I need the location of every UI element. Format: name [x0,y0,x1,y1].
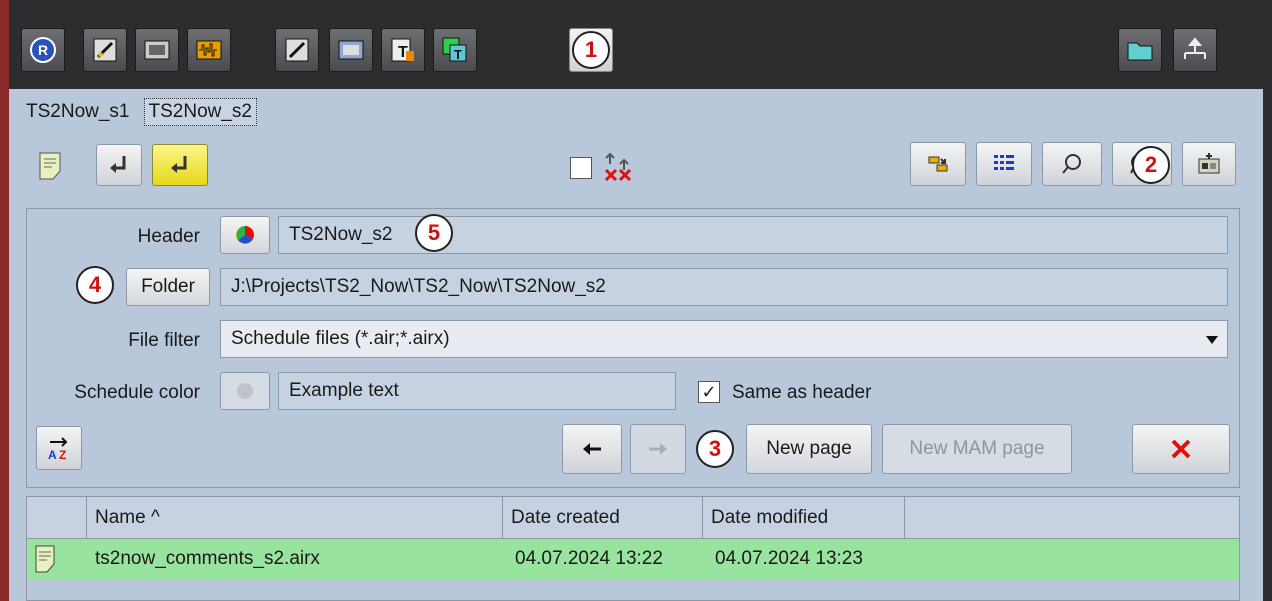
column-header-date-modified[interactable]: Date modified [703,497,905,539]
file-note-icon [33,539,59,579]
same-as-header-label: Same as header [732,382,872,403]
edit-icon[interactable] [83,28,127,72]
text-template-icon[interactable]: T [381,28,425,72]
callout-badge-5: 5 [415,214,453,252]
column-header-name[interactable]: Name ^ [87,497,503,539]
svg-text:T: T [454,47,462,62]
svg-text:R: R [38,42,48,58]
export-button[interactable] [1182,142,1236,186]
same-as-header-checkbox[interactable]: ✓ [698,381,720,403]
tab-ts2now-s2[interactable]: TS2Now_s2 [143,98,257,126]
schedule-color-button[interactable] [220,372,270,410]
svg-text:Z: Z [59,448,66,461]
chevron-down-icon[interactable] [1197,321,1227,357]
table-row[interactable]: ts2now_comments_s2.airx 04.07.2024 13:22… [27,539,1239,579]
header-label: Header [137,226,200,247]
sort-az-button[interactable]: AZ [36,426,82,470]
text-layers-icon[interactable]: T [433,28,477,72]
file-filter-select[interactable]: Schedule files (*.air;*.airx) [220,320,1228,358]
table-header: Name ^ Date created Date modified [27,497,1239,539]
unlink-icon[interactable] [600,150,636,190]
callout-badge-1: 1 [572,31,610,69]
file-name-cell: ts2now_comments_s2.airx [95,548,320,569]
schedule-color-preview: Example text [278,372,676,410]
return-left-active-button[interactable] [152,144,208,186]
main-toolbar: R T T [9,0,1263,89]
film-icon[interactable] [135,28,179,72]
sync-button[interactable] [910,142,966,186]
table-header-icon-col [27,497,87,539]
new-mam-page-button[interactable]: New MAM page [882,424,1072,474]
header-color-button[interactable] [220,216,270,254]
folder-button[interactable]: Folder [126,268,210,306]
delete-button[interactable] [1132,424,1230,474]
schedule-color-label: Schedule color [74,382,200,403]
audio-waveform-icon[interactable] [187,28,231,72]
svg-text:A: A [48,448,57,461]
column-header-date-created[interactable]: Date created [503,497,703,539]
back-arrow-button[interactable] [562,424,622,474]
forward-arrow-button[interactable] [630,424,686,474]
tab-ts2now-s1[interactable]: TS2Now_s1 [22,99,134,125]
file-filter-value: Schedule files (*.air;*.airx) [231,328,450,349]
link-toggle-checkbox[interactable] [570,157,592,179]
note-icon [36,150,66,188]
folder-path-field[interactable]: J:\Projects\TS2_Now\TS2_Now\TS2Now_s2 [220,268,1228,306]
new-page-button[interactable]: New page [746,424,872,474]
callout-badge-2: 2 [1132,146,1170,184]
film-edit-icon[interactable] [329,28,373,72]
window-right-edge [1263,0,1272,601]
file-table: Name ^ Date created Date modified ts2now… [26,496,1240,601]
file-filter-label: File filter [128,330,200,351]
list-view-button[interactable] [976,142,1032,186]
callout-badge-3: 3 [696,430,734,468]
search-button[interactable] [1042,142,1102,186]
date-modified-cell: 04.07.2024 13:23 [715,548,863,569]
tab-bar: TS2Now_s1 TS2Now_s2 [22,94,257,130]
date-created-cell: 04.07.2024 13:22 [515,548,663,569]
network-icon[interactable] [1173,28,1217,72]
folder-icon[interactable] [1118,28,1162,72]
return-left-button[interactable] [96,144,142,186]
callout-badge-4: 4 [76,266,114,304]
r-logo-icon[interactable]: R [21,28,65,72]
edit-image-icon[interactable] [275,28,319,72]
